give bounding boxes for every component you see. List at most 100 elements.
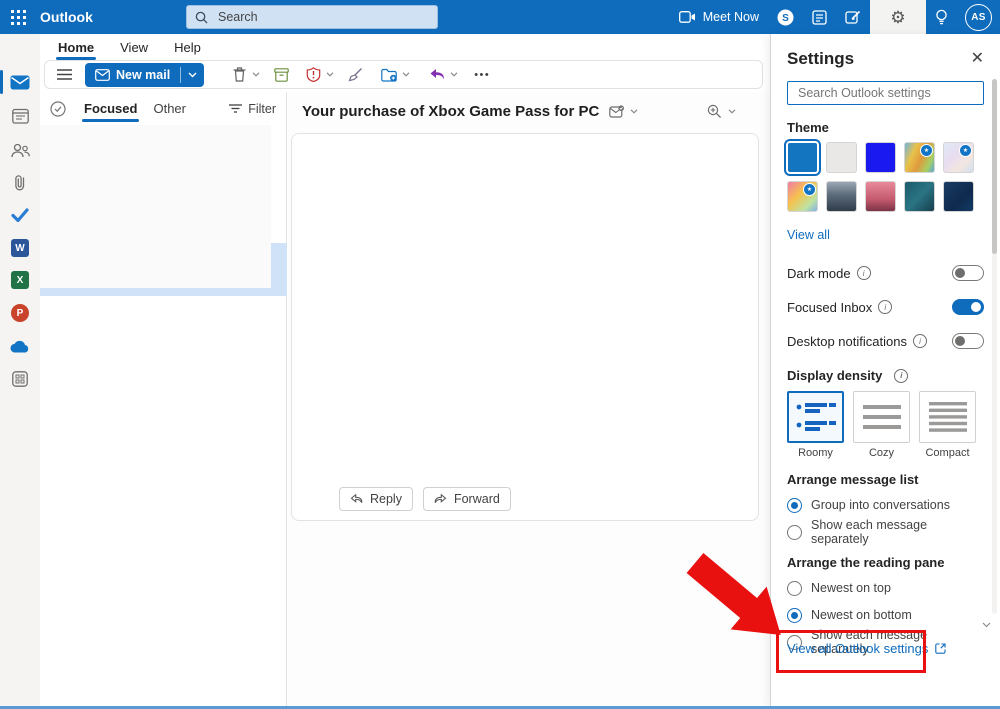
tab-help-label: Help (174, 40, 201, 55)
rail-item-onedrive[interactable] (0, 331, 40, 361)
app-launcher-button[interactable] (0, 0, 36, 34)
theme-swatch-rainbow-stripes[interactable]: ★ (904, 142, 935, 173)
gear-icon: ⚙ (890, 9, 905, 26)
dark-mode-toggle[interactable] (952, 265, 984, 281)
desktop-notifications-toggle[interactable] (952, 333, 984, 349)
theme-swatch-sunset-palms[interactable]: ★ (865, 181, 896, 212)
message-status-icon[interactable] (609, 105, 625, 119)
radio-label: Newest on bottom (811, 608, 912, 622)
theme-swatch-navy-circuit[interactable]: ★ (943, 181, 974, 212)
radio-show-each-message-separately[interactable]: Show each message separately (787, 523, 984, 541)
info-icon[interactable]: i (857, 266, 871, 280)
radio-newest-on-bottom[interactable]: Newest on bottom (787, 606, 984, 624)
focused-inbox-toggle[interactable] (952, 299, 984, 315)
top-bar: Outlook Meet Now S (0, 0, 1000, 34)
more-options-button[interactable]: ••• (474, 69, 490, 81)
report-button[interactable] (302, 64, 324, 86)
density-option-compact[interactable] (919, 391, 976, 443)
new-mail-dropdown[interactable] (181, 72, 204, 78)
meet-now-button[interactable]: Meet Now (670, 0, 768, 34)
tab-view-label: View (120, 40, 148, 55)
reply-button-toolbar[interactable] (426, 64, 448, 86)
forward-button[interactable]: Forward (423, 487, 511, 511)
theme-swatch-bright-blue[interactable]: ★ (865, 142, 896, 173)
notes-button[interactable] (803, 0, 836, 34)
settings-search-box[interactable] (787, 81, 984, 105)
message-body-card: Reply Forward (291, 133, 759, 521)
info-icon[interactable]: i (913, 334, 927, 348)
radio-group-into-conversations[interactable]: Group into conversations (787, 496, 984, 514)
info-icon[interactable]: i (878, 300, 892, 314)
view-all-outlook-settings-link[interactable]: View all Outlook settings (787, 641, 946, 656)
mail-icon (10, 75, 30, 90)
overflow-menu-button[interactable] (53, 64, 75, 86)
tips-button[interactable] (926, 0, 957, 34)
close-icon[interactable]: ✕ (971, 51, 984, 67)
more-apps-icon (12, 371, 28, 387)
zoom-in-icon[interactable] (707, 104, 722, 119)
move-to-button[interactable] (378, 64, 400, 86)
selected-message-highlight (40, 288, 287, 296)
top-search-box[interactable] (186, 5, 438, 29)
new-mail-button[interactable]: New mail (85, 63, 204, 87)
filter-label: Filter (248, 102, 276, 116)
chevron-down-icon (188, 72, 197, 78)
settings-scrollbar-thumb[interactable] (992, 79, 997, 254)
theme-swatch-pastel-swirl[interactable]: ★ (943, 142, 974, 173)
view-all-outlook-settings-label: View all Outlook settings (787, 641, 928, 656)
chevron-down-icon (326, 72, 334, 77)
theme-swatch-mountains[interactable]: ★ (826, 181, 857, 212)
select-all-icon[interactable] (50, 101, 66, 117)
settings-title: Settings (787, 49, 854, 69)
filter-button[interactable]: Filter (229, 102, 276, 116)
settings-search-input[interactable] (796, 85, 975, 101)
delete-dropdown[interactable] (252, 72, 260, 77)
theme-swatch-teal-circuit[interactable]: ★ (904, 181, 935, 212)
tab-focused[interactable]: Focused (76, 95, 145, 122)
reply-button[interactable]: Reply (339, 487, 413, 511)
people-icon (11, 143, 30, 158)
rail-item-attachments[interactable] (0, 167, 40, 197)
archive-button[interactable] (270, 64, 292, 86)
chevron-down-icon[interactable] (728, 109, 736, 114)
theme-swatch-blue-default[interactable]: ★ (787, 142, 818, 173)
info-icon[interactable]: i (894, 369, 908, 383)
account-avatar[interactable]: AS (965, 4, 992, 31)
theme-view-all-link[interactable]: View all (787, 228, 830, 242)
tab-home[interactable]: Home (48, 36, 104, 59)
theme-swatch-light-gray[interactable]: ★ (826, 142, 857, 173)
density-option-cozy[interactable] (853, 391, 910, 443)
density-option-roomy[interactable] (787, 391, 844, 443)
sweep-button[interactable] (344, 64, 366, 86)
reply-dropdown[interactable] (450, 72, 458, 77)
scroll-down-chevron-icon[interactable] (982, 622, 991, 628)
skype-button[interactable]: S (768, 0, 803, 34)
radio-newest-on-top[interactable]: Newest on top (787, 579, 984, 597)
premium-star-icon: ★ (959, 144, 972, 157)
rail-item-calendar[interactable] (0, 101, 40, 131)
delete-button[interactable] (228, 64, 250, 86)
app-title: Outlook (40, 9, 93, 25)
rail-item-excel[interactable]: X (0, 265, 40, 295)
rail-item-more-apps[interactable] (0, 364, 40, 394)
desktop-notifications-label: Desktop notifications (787, 334, 907, 349)
rail-item-powerpoint[interactable]: P (0, 298, 40, 328)
chevron-down-icon[interactable] (630, 109, 638, 114)
tab-focused-label: Focused (84, 101, 137, 116)
search-input[interactable] (216, 9, 420, 25)
tab-help[interactable]: Help (164, 36, 211, 59)
rail-item-mail[interactable] (0, 67, 40, 97)
tab-other[interactable]: Other (145, 95, 194, 122)
rail-item-todo[interactable] (0, 200, 40, 230)
rail-item-word[interactable]: W (0, 233, 40, 263)
theme-swatch-unicorn-art[interactable]: ★ (787, 181, 818, 212)
tab-view[interactable]: View (110, 36, 158, 59)
report-warning-icon (306, 67, 321, 82)
focused-underline (82, 119, 139, 122)
rail-item-people[interactable] (0, 135, 40, 165)
tasks-button[interactable] (836, 0, 870, 34)
message-list-skeleton[interactable] (40, 125, 271, 288)
report-dropdown[interactable] (326, 72, 334, 77)
move-to-dropdown[interactable] (402, 72, 410, 77)
settings-button[interactable]: ⚙ (870, 0, 926, 34)
